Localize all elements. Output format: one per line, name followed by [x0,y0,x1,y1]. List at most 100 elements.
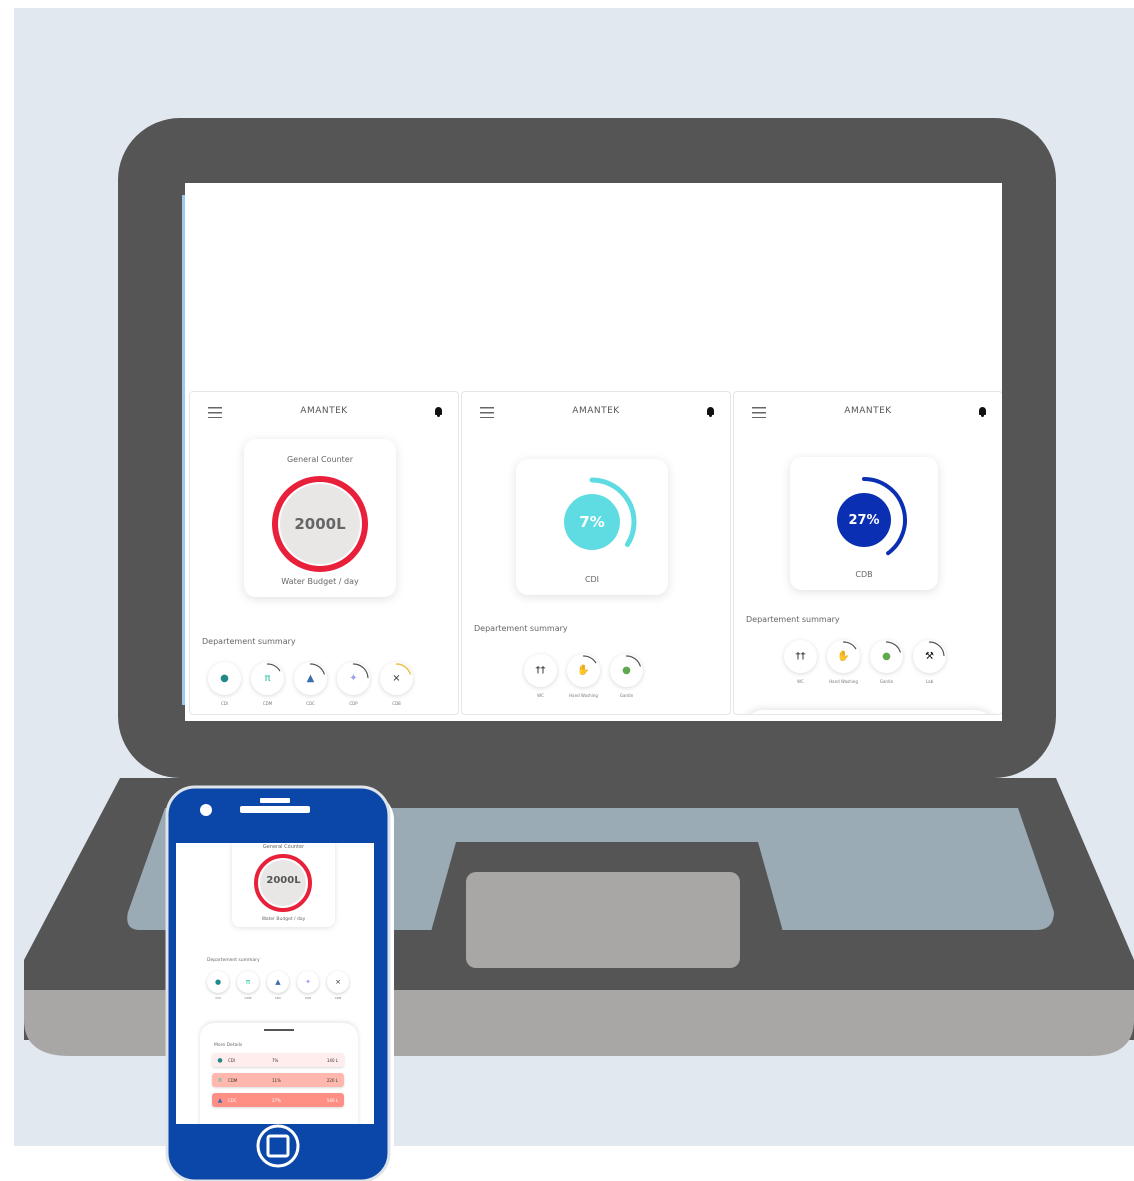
top-bar: AMANTEK [462,392,730,430]
phone-department-item[interactable]: ● CDI [207,971,229,1000]
leaf-icon: ● [622,665,631,676]
department-label: Hand Washing [829,679,858,684]
department-bubble: †† [784,640,817,673]
phone-detail-row[interactable]: π CDM 11% 220 L [212,1073,344,1087]
department-item[interactable]: ● Gardin [870,640,903,684]
bell-icon[interactable] [707,407,714,417]
department-item[interactable]: π CDM [251,662,284,706]
app-title: AMANTEK [572,406,620,416]
row-liters: 220 L [326,1077,338,1083]
phone-card-title: General Counter [262,844,305,850]
phone-details-sheet[interactable]: More Details ● CDI 7% 140 L π CDM 11% 220 L ▲ CDC… [200,1023,358,1124]
phone-department-bubble: ▲ [267,971,289,993]
app-screen-1: AMANTEK General Counter 2000L Water Budget … [189,391,459,715]
flask-icon: ▲ [217,1096,223,1104]
department-label: CDM [262,701,273,706]
phone-detail-row[interactable]: ● CDI 7% 140 L [212,1053,344,1067]
handwash-icon: ✋ [837,651,850,662]
department-item[interactable]: ✋ Hand Washing [827,640,860,684]
department-item[interactable]: †† WC [524,654,557,698]
department-bubble: ✦ [337,662,370,695]
department-label: CDP [349,701,358,706]
top-bar: AMANTEK [190,392,458,430]
department-bubble: ⨯ [380,662,413,695]
row-percent: 27% [272,1097,281,1103]
sparkle-icon: ✦ [305,978,311,986]
phone-department-label: CDM [244,996,252,1000]
phone-department-item[interactable]: π CDM [237,971,259,1000]
department-bubble: ● [870,640,903,673]
dna-icon: ⨯ [392,673,401,684]
pi-icon: π [218,1076,222,1084]
department-bubble: π [251,662,284,695]
department-label: CDB [392,701,401,706]
department-bubble: ▲ [294,662,327,695]
gauge-center: 2000L [265,469,375,579]
bell-icon[interactable] [979,407,986,417]
dna-icon: ⨯ [335,978,341,986]
department-item[interactable]: ⨯ CDB [380,662,413,706]
department-label: Lab [925,679,934,684]
counter-card[interactable]: 27% CDB [790,457,938,590]
gauge-value: 2000L [294,515,346,533]
counter-card[interactable]: General Counter 2000L Water Budget / day [244,439,396,597]
handwash-icon: ✋ [577,665,590,676]
phone-section-title: Departement summary [207,958,260,963]
row-percent: 7% [272,1057,279,1063]
app-screen-3: AMANTEK 27% CDB Departement summary †† WC ✋ Han… [733,391,1002,715]
drop-icon: ● [214,978,222,986]
phone-card-caption: Water Budget / day [261,917,306,922]
gauge-value: 7% [579,513,605,531]
top-bar: AMANTEK [734,392,1002,430]
details-sheet[interactable]: More Details††CDI3%60 L✋CDM4%80 L●CDC5%1… [740,710,998,714]
department-item[interactable]: ✋ Hand Washing [567,654,600,698]
row-name: CDC [228,1097,237,1103]
people-icon: †† [535,665,546,676]
department-item[interactable]: ● CDI [208,662,241,706]
phone-details-title: More Details [214,1043,243,1048]
department-label: WC [797,679,804,684]
card-title: General Counter [286,455,354,464]
gauge-center: 27% [809,465,919,575]
counter-card[interactable]: 7% CDI [516,459,668,595]
department-label: Hand Washing [569,693,598,698]
department-item[interactable]: ▲ CDC [294,662,327,706]
drop-icon: ● [217,1056,223,1064]
card-caption: CDB [855,570,873,579]
department-bubble: ✋ [567,654,600,687]
department-item[interactable]: ⚒ Lab [913,640,946,684]
phone-department-bubble: ⨯ [327,971,349,993]
phone-department-list: ● CDI π CDM ▲ CDC ✦ CDP ⨯ CDB [207,971,357,1000]
row-name: CDM [228,1077,238,1083]
department-label: CDI [220,701,229,706]
row-percent: 11% [272,1077,281,1083]
phone-department-item[interactable]: ▲ CDC [267,971,289,1000]
department-item[interactable]: ✦ CDP [337,662,370,706]
department-list: †† WC ✋ Hand Washing ● Gardin [524,654,653,698]
department-item[interactable]: †† WC [784,640,817,684]
pi-icon: π [245,978,251,986]
phone-department-item[interactable]: ⨯ CDB [327,971,349,1000]
department-label: CDC [306,701,315,706]
department-bubble: ● [208,662,241,695]
gauge-center: 7% [537,467,647,577]
flask-icon: ▲ [275,978,281,986]
section-title: Departement summary [474,624,568,633]
phone-detail-row[interactable]: ▲ CDC 27% 540 L [212,1093,344,1107]
drop-icon: ● [220,673,229,684]
phone-department-label: CDB [334,996,342,1000]
phone-department-item[interactable]: ✦ CDP [297,971,319,1000]
phone-counter-card: General Counter 2000L Water Budget / day [232,843,335,927]
department-item[interactable]: ● Gardin [610,654,643,698]
phone-department-label: CDC [274,996,282,1000]
bell-icon[interactable] [435,407,442,417]
department-label: Gardin [619,693,634,698]
sparkle-icon: ✦ [349,673,358,684]
department-bubble: ● [610,654,643,687]
row-name: CDI [228,1057,236,1063]
department-list: †† WC ✋ Hand Washing ● Gardin ⚒ Lab [784,640,956,684]
phone-department-label: CDI [215,996,221,1000]
department-label: WC [537,693,544,698]
phone-department-bubble: ✦ [297,971,319,993]
phone-sheet-handle[interactable] [264,1029,294,1031]
